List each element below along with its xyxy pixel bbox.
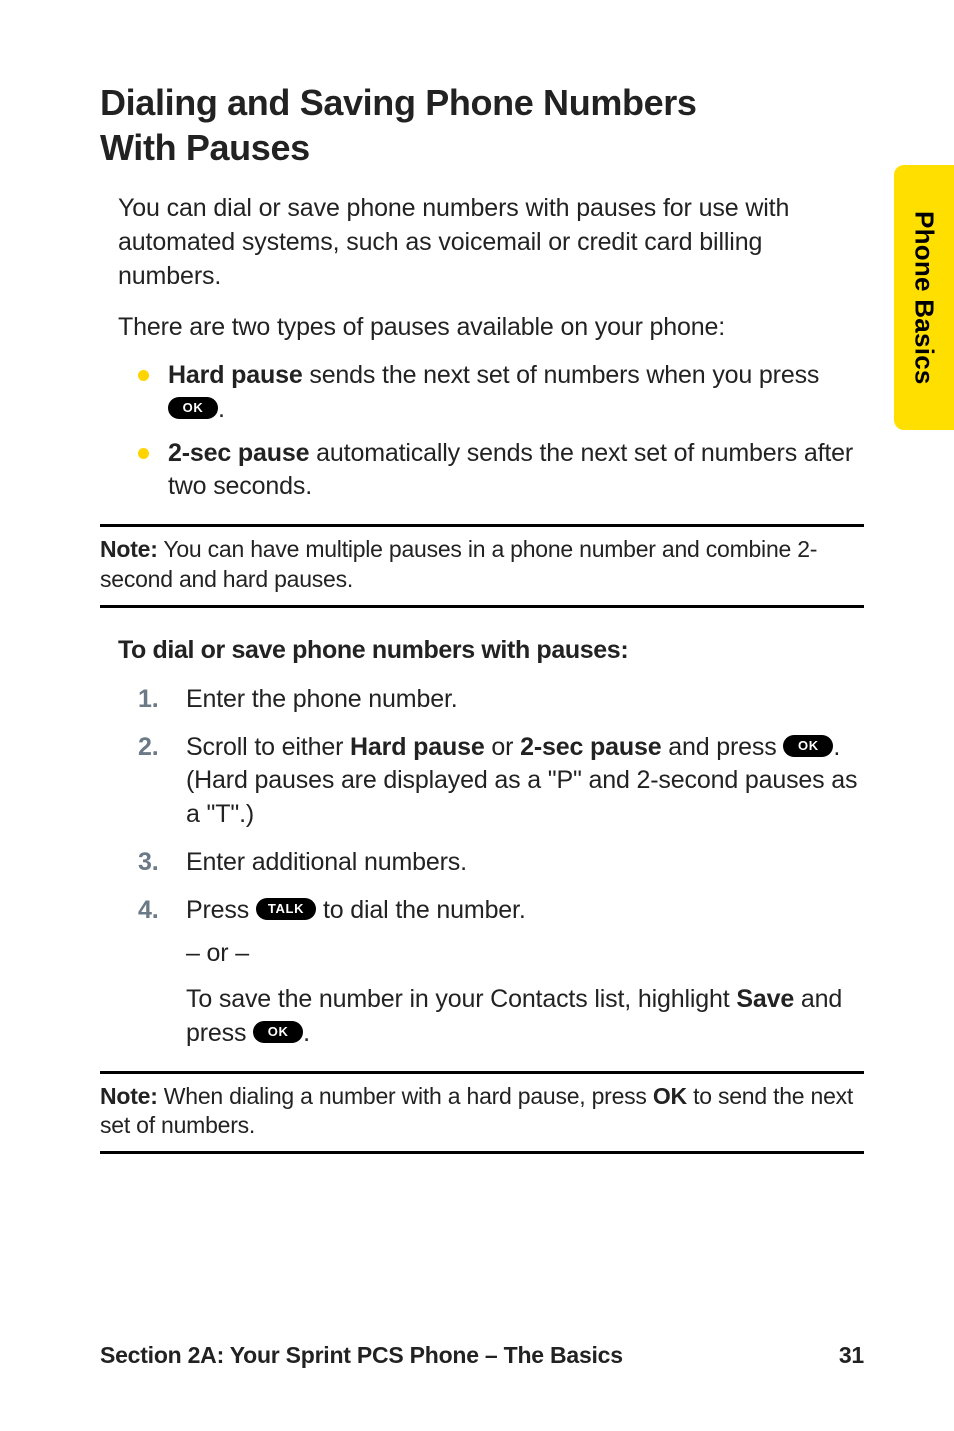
steps-heading: To dial or save phone numbers with pause…: [100, 636, 864, 665]
list-item: 2-sec pause automatically sends the next…: [138, 437, 864, 505]
intro-subparagraph: There are two types of pauses available …: [100, 311, 864, 345]
title-line-1: Dialing and Saving Phone Numbers: [100, 82, 697, 123]
step-2-e: and press: [661, 733, 783, 761]
page-content: Dialing and Saving Phone Numbers With Pa…: [0, 0, 954, 1154]
ok-key-icon: OK: [783, 735, 833, 757]
note-label: Note:: [100, 1083, 158, 1109]
step-item: Enter the phone number.: [138, 683, 864, 717]
page-footer: Section 2A: Your Sprint PCS Phone – The …: [100, 1342, 864, 1369]
step-4-save: Save: [736, 985, 794, 1013]
step-2-c: or: [485, 733, 520, 761]
period: .: [218, 395, 225, 423]
step-item: Enter additional numbers.: [138, 846, 864, 880]
hard-pause-term: Hard pause: [168, 361, 303, 389]
page-title: Dialing and Saving Phone Numbers With Pa…: [100, 80, 864, 170]
step-4-f: .: [303, 1019, 310, 1047]
title-line-2: With Pauses: [100, 127, 310, 168]
step-4-b: to dial the number.: [316, 896, 525, 924]
talk-key-icon: TALK: [256, 898, 316, 920]
intro-paragraph: You can dial or save phone numbers with …: [100, 192, 864, 293]
note-2-a: When dialing a number with a hard pause,…: [158, 1083, 653, 1109]
page-number: 31: [839, 1342, 864, 1369]
step-2-2sec-pause: 2-sec pause: [520, 733, 661, 761]
note-text: You can have multiple pauses in a phone …: [100, 536, 817, 592]
pause-types-list: Hard pause sends the next set of numbers…: [100, 359, 864, 504]
step-2-hard-pause: Hard pause: [350, 733, 485, 761]
note-2-ok: OK: [653, 1083, 687, 1109]
note-callout: Note: When dialing a number with a hard …: [100, 1071, 864, 1155]
side-tab: Phone Basics: [894, 165, 954, 430]
step-4-c: To save the number in your Contacts list…: [186, 985, 736, 1013]
note-label: Note:: [100, 536, 158, 562]
note-callout: Note: You can have multiple pauses in a …: [100, 524, 864, 608]
step-item: Press TALK to dial the number. – or – To…: [138, 894, 864, 1051]
steps-list: Enter the phone number. Scroll to either…: [100, 683, 864, 1051]
footer-section: Section 2A: Your Sprint PCS Phone – The …: [100, 1342, 623, 1369]
ok-key-icon: OK: [253, 1021, 303, 1043]
step-2-a: Scroll to either: [186, 733, 350, 761]
or-separator: – or –: [186, 937, 864, 971]
step-4-a: Press: [186, 896, 256, 924]
step-item: Scroll to either Hard pause or 2-sec pau…: [138, 731, 864, 832]
ok-key-icon: OK: [168, 397, 218, 419]
list-item: Hard pause sends the next set of numbers…: [138, 359, 864, 427]
hard-pause-desc: sends the next set of numbers when you p…: [303, 361, 820, 389]
side-tab-label: Phone Basics: [909, 211, 940, 385]
two-sec-pause-term: 2-sec pause: [168, 439, 309, 467]
